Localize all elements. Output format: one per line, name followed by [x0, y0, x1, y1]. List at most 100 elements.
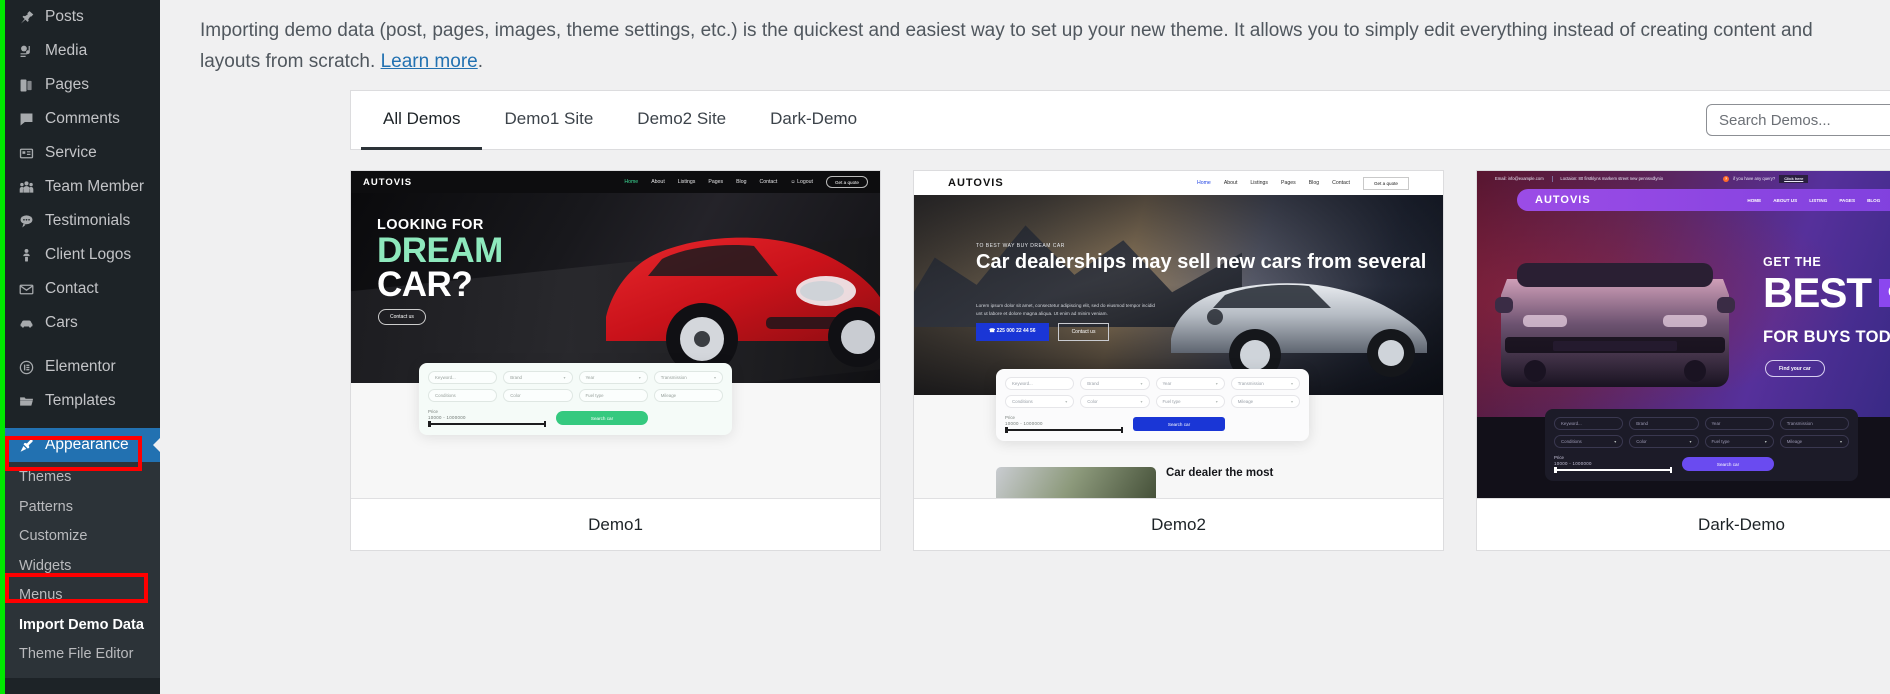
- demo2-field-transmission[interactable]: Transmission ▾: [1230, 377, 1300, 390]
- dark-demo-find-car-button[interactable]: Find your car: [1765, 360, 1825, 377]
- dark-demo-field-fuel-type[interactable]: Fuel type ▾: [1704, 435, 1774, 448]
- demo-card-demo1[interactable]: AUTOVIS Home About Listings Pages Blog C…: [350, 170, 881, 551]
- dark-demo-click-here-link[interactable]: Click here: [1779, 174, 1809, 183]
- dark-demo-nav: HOME ABOUT US LISTING PAGES BLOG CONTACT…: [1747, 198, 1890, 203]
- demo1-nav-listings[interactable]: Listings: [678, 179, 696, 185]
- demo1-contact-button[interactable]: Contact us: [378, 309, 426, 325]
- dark-demo-nav-blog[interactable]: BLOG: [1867, 198, 1880, 203]
- submenu-item-import-demo-data[interactable]: Import Demo Data: [5, 611, 160, 641]
- elementor-icon: [13, 359, 39, 376]
- demo2-nav-pages[interactable]: Pages: [1281, 180, 1296, 186]
- demo1-nav-contact[interactable]: Contact: [759, 179, 777, 185]
- tab-dark-demo[interactable]: Dark-Demo: [748, 92, 879, 150]
- sidebar-item-team-member[interactable]: Team Member: [5, 170, 160, 204]
- dark-demo-logo: AUTOVIS: [1535, 194, 1591, 206]
- tab-demo2-site[interactable]: Demo2 Site: [615, 92, 748, 150]
- learn-more-link[interactable]: Learn more: [381, 51, 478, 72]
- dark-demo-field-color[interactable]: Color ▾: [1629, 435, 1699, 448]
- dark-demo-nav-listing[interactable]: LISTING: [1809, 198, 1827, 203]
- demo1-search-car-button[interactable]: Search car: [556, 411, 648, 425]
- demo-card-dark-demo[interactable]: GET THE BEST CARS FOR BUYS TODAY Find yo…: [1476, 170, 1890, 551]
- demo2-search-car-button[interactable]: Search car: [1133, 417, 1225, 431]
- submenu-item-themes[interactable]: Themes: [5, 463, 160, 493]
- submenu-item-menus[interactable]: Menus: [5, 581, 160, 611]
- dark-demo-field-keyword[interactable]: Keyword...: [1554, 417, 1624, 430]
- topbar-divider: [1551, 175, 1553, 182]
- pin-icon: [13, 9, 39, 26]
- sidebar-item-cars[interactable]: Cars: [5, 306, 160, 340]
- demo1-nav-home[interactable]: Home: [624, 179, 638, 185]
- dark-demo-field-conditions[interactable]: Conditions ▾: [1554, 435, 1624, 448]
- sidebar-item-templates[interactable]: Templates: [5, 384, 160, 418]
- sidebar-item-service[interactable]: Service: [5, 136, 160, 170]
- demo2-nav: Home About Listings Pages Blog Contact G…: [1197, 176, 1409, 190]
- price-range-slider[interactable]: [1005, 427, 1123, 433]
- demo2-field-fuel-type[interactable]: Fuel type ▾: [1155, 395, 1225, 408]
- demo2-quote-button[interactable]: Get a quote: [1362, 176, 1409, 190]
- demo1-field-brand[interactable]: Brand ▾: [503, 371, 573, 384]
- price-range-slider[interactable]: [1554, 467, 1672, 473]
- submenu-item-widgets[interactable]: Widgets: [5, 552, 160, 582]
- demo2-phone-button[interactable]: ☎ 225 000 22 44 56: [976, 323, 1049, 341]
- sidebar-item-comments[interactable]: Comments: [5, 102, 160, 136]
- dark-demo-nav-home[interactable]: HOME: [1747, 198, 1761, 203]
- dark-demo-field-brand[interactable]: Brand: [1629, 417, 1699, 430]
- sidebar-item-elementor[interactable]: Elementor: [5, 350, 160, 384]
- tab-demo1-site[interactable]: Demo1 Site: [482, 92, 615, 150]
- demo2-field-color[interactable]: Color ▾: [1080, 395, 1150, 408]
- demo1-field-year[interactable]: Year ▾: [578, 371, 648, 384]
- demo2-field-keyword[interactable]: Keyword...: [1005, 377, 1075, 390]
- dark-demo-search-car-button[interactable]: Search car: [1682, 457, 1774, 471]
- demo2-nav-about[interactable]: About: [1224, 180, 1238, 186]
- demo1-field-mileage[interactable]: Mileage: [653, 389, 723, 402]
- submenu-item-customize[interactable]: Customize: [5, 522, 160, 552]
- search-demos-input[interactable]: [1706, 104, 1890, 136]
- sidebar-item-testimonials[interactable]: Testimonials: [5, 204, 160, 238]
- demo2-nav-contact[interactable]: Contact: [1332, 180, 1350, 186]
- demo-card-demo2[interactable]: TO BEST WAY BUY DREAM CAR Car dealership…: [913, 170, 1444, 551]
- demo2-field-brand[interactable]: Brand ▾: [1080, 377, 1150, 390]
- demo2-field-year[interactable]: Year ▾: [1155, 377, 1225, 390]
- demo2-field-mileage[interactable]: Mileage ▾: [1230, 395, 1300, 408]
- demo1-field-conditions[interactable]: Conditions: [428, 389, 498, 402]
- demo1-hero: LOOKING FOR DREAM CAR? Contact us: [351, 193, 880, 383]
- sidebar-item-pages[interactable]: Pages: [5, 68, 160, 102]
- demo1-nav-about[interactable]: About: [651, 179, 665, 185]
- demo1-field-fuel-type[interactable]: Fuel type: [578, 389, 648, 402]
- dark-demo-nav-pages[interactable]: PAGES: [1839, 198, 1855, 203]
- demo1-site-header: AUTOVIS Home About Listings Pages Blog C…: [351, 171, 880, 193]
- sidebar-item-appearance[interactable]: Appearance: [5, 428, 160, 462]
- sidebar-item-posts[interactable]: Posts: [5, 0, 160, 34]
- demo1-field-color[interactable]: Color: [503, 389, 573, 402]
- demo1-field-transmission[interactable]: Transmission ▾: [653, 371, 723, 384]
- demo2-nav-home[interactable]: Home: [1197, 180, 1211, 186]
- submenu-item-theme-file-editor[interactable]: Theme File Editor: [5, 640, 160, 670]
- demo2-nav-blog[interactable]: Blog: [1309, 180, 1319, 186]
- demo1-nav-blog[interactable]: Blog: [736, 179, 746, 185]
- dark-demo-field-year[interactable]: Year: [1704, 417, 1774, 430]
- tab-all-demos[interactable]: All Demos: [361, 92, 483, 150]
- demo1-quote-button[interactable]: Get a quote: [825, 176, 868, 188]
- panel-header: All Demos Demo1 Site Demo2 Site Dark-Dem…: [351, 91, 1890, 150]
- demo2-field-conditions[interactable]: Conditions ▾: [1005, 395, 1075, 408]
- demo1-nav-pages[interactable]: Pages: [708, 179, 723, 185]
- dark-demo-nav-about-us[interactable]: ABOUT US: [1773, 198, 1797, 203]
- red-car-image: [606, 237, 880, 375]
- demo2-nav-listings[interactable]: Listings: [1250, 180, 1268, 186]
- dark-demo-location: Loctaion: 80 firstklyns markem street ne…: [1560, 176, 1664, 181]
- sidebar-item-contact[interactable]: Contact: [5, 272, 160, 306]
- demo1-field-keyword[interactable]: Keyword...: [428, 371, 498, 384]
- price-range-slider[interactable]: [428, 421, 546, 427]
- demo1-account[interactable]: ☺ Logout: [790, 179, 813, 185]
- sidebar-item-media[interactable]: Media: [5, 34, 160, 68]
- submenu-item-patterns[interactable]: Patterns: [5, 493, 160, 523]
- sidebar-item-client-logos[interactable]: Client Logos: [5, 238, 160, 272]
- sidebar-item-label: Pages: [45, 76, 89, 93]
- demo2-contact-button[interactable]: Contact us: [1057, 323, 1110, 341]
- dark-demo-field-transmission[interactable]: Transmission: [1779, 417, 1849, 430]
- dark-demo-title: Dark-Demo: [1477, 498, 1890, 550]
- demo2-site-header: AUTOVIS Home About Listings Pages Blog C…: [914, 171, 1443, 195]
- dark-demo-field-mileage[interactable]: Mileage ▾: [1779, 435, 1849, 448]
- demo2-form-row-1: Keyword... Brand ▾ Year ▾ Transmission ▾: [1005, 377, 1300, 390]
- admin-sidebar: Posts Media Pages Comments Service Team …: [0, 0, 160, 694]
